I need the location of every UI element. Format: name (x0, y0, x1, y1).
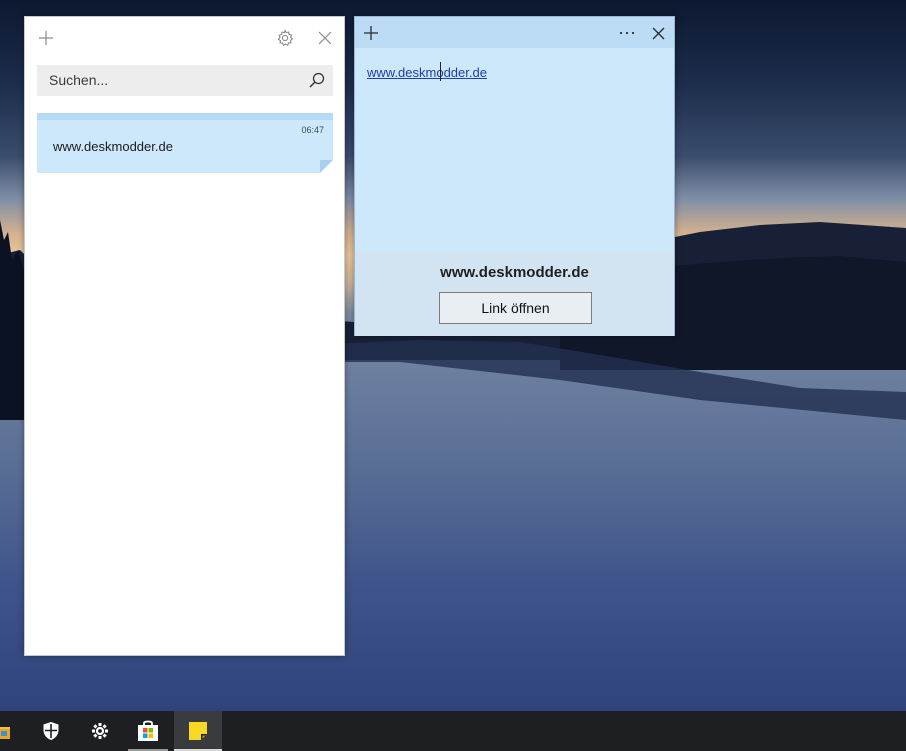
search-placeholder: Suchen... (49, 72, 109, 88)
note-corner-fold (320, 160, 333, 173)
plus-icon (39, 31, 53, 45)
text-caret (440, 62, 441, 81)
gear-icon (277, 29, 294, 47)
note-timestamp: 06:47 (301, 125, 324, 135)
settings-button[interactable] (273, 26, 297, 50)
shield-icon (43, 722, 59, 740)
close-icon (318, 31, 332, 45)
close-button[interactable] (645, 20, 671, 46)
note-preview-text: www.deskmodder.de (53, 139, 173, 154)
note-text-area[interactable]: www.deskmodder.de (355, 48, 674, 251)
notes-list-window: Suchen... 06:47 www.deskmodder.de (24, 16, 345, 656)
sticky-notes-icon (189, 722, 207, 740)
store-icon (138, 720, 158, 741)
close-icon (652, 27, 664, 39)
close-button[interactable] (313, 26, 337, 50)
sticky-note-window: www.deskmodder.de www.deskmodder.de Link… (354, 16, 675, 336)
note-card[interactable]: 06:47 www.deskmodder.de (37, 113, 333, 173)
more-icon (619, 31, 635, 35)
new-note-button[interactable] (358, 20, 384, 46)
new-note-button[interactable] (34, 26, 58, 50)
taskbar-windows-security[interactable] (27, 711, 75, 751)
menu-button[interactable] (614, 20, 640, 46)
search-input[interactable]: Suchen... (37, 65, 333, 96)
taskbar (0, 711, 906, 751)
link-preview-panel: www.deskmodder.de Link öffnen (355, 251, 674, 336)
taskbar-sticky-notes[interactable] (174, 711, 222, 751)
taskbar-file-explorer[interactable] (0, 711, 24, 751)
taskbar-settings[interactable] (76, 711, 124, 751)
open-link-button[interactable]: Link öffnen (439, 292, 592, 324)
note-card-color-strip (37, 113, 333, 120)
folder-icon (0, 727, 10, 739)
note-link[interactable]: www.deskmodder.de (367, 65, 487, 80)
taskbar-microsoft-store[interactable] (124, 711, 172, 751)
note-titlebar[interactable] (355, 17, 674, 48)
gear-icon (92, 723, 108, 739)
plus-icon (364, 26, 378, 40)
search-icon[interactable] (307, 70, 327, 90)
link-preview-title: www.deskmodder.de (440, 264, 589, 281)
